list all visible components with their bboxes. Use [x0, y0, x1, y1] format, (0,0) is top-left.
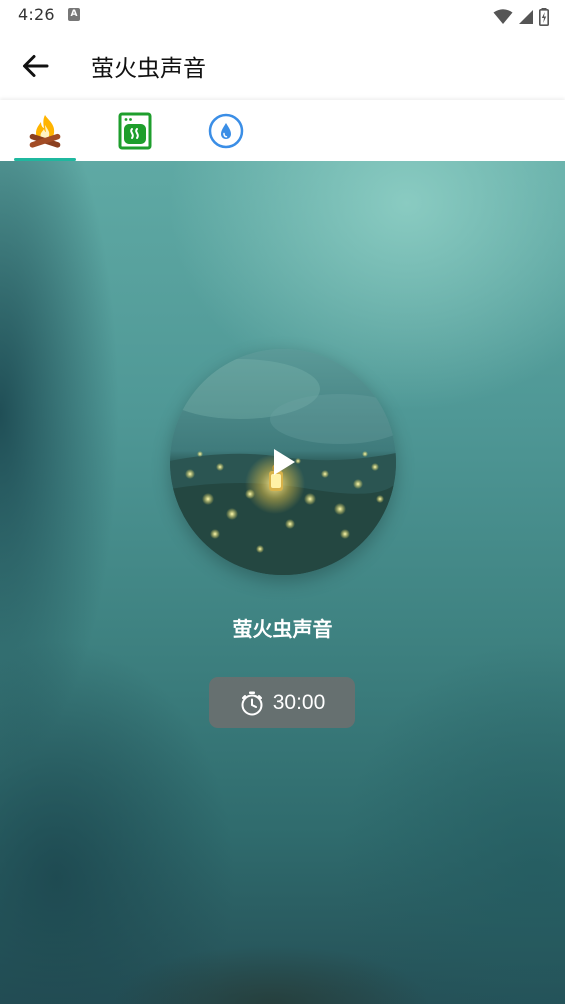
album-cover[interactable]: [170, 349, 396, 575]
tab-washing-machine[interactable]: [104, 100, 166, 161]
page-title: 萤火虫声音: [91, 56, 206, 82]
water-drop-icon: [208, 113, 244, 148]
status-bar: 4:26 A: [0, 0, 565, 32]
status-time: 4:26: [18, 5, 55, 24]
campfire-icon: [29, 114, 61, 148]
player-background: 萤火虫声音 30:00: [0, 161, 565, 1004]
tab-water-drop[interactable]: [195, 100, 257, 161]
sound-category-tabs: [0, 100, 565, 161]
play-button[interactable]: [268, 445, 300, 479]
app-bar: 萤火虫声音: [0, 32, 565, 100]
signal-icon: [518, 9, 533, 24]
stopwatch-icon: [239, 690, 265, 716]
timer-value: 30:00: [272, 690, 326, 714]
battery-charging-icon: [539, 7, 549, 26]
washing-machine-icon: [118, 112, 152, 149]
track-title: 萤火虫声音: [232, 617, 333, 641]
arrow-left-icon: [23, 55, 49, 77]
play-icon: [274, 449, 295, 475]
tab-campfire[interactable]: [14, 100, 76, 161]
timer-button[interactable]: 30:00: [209, 677, 355, 728]
wifi-icon: [493, 8, 513, 24]
a-letter-icon: A: [68, 8, 80, 21]
back-button[interactable]: [14, 46, 56, 86]
status-icons: [493, 6, 549, 26]
